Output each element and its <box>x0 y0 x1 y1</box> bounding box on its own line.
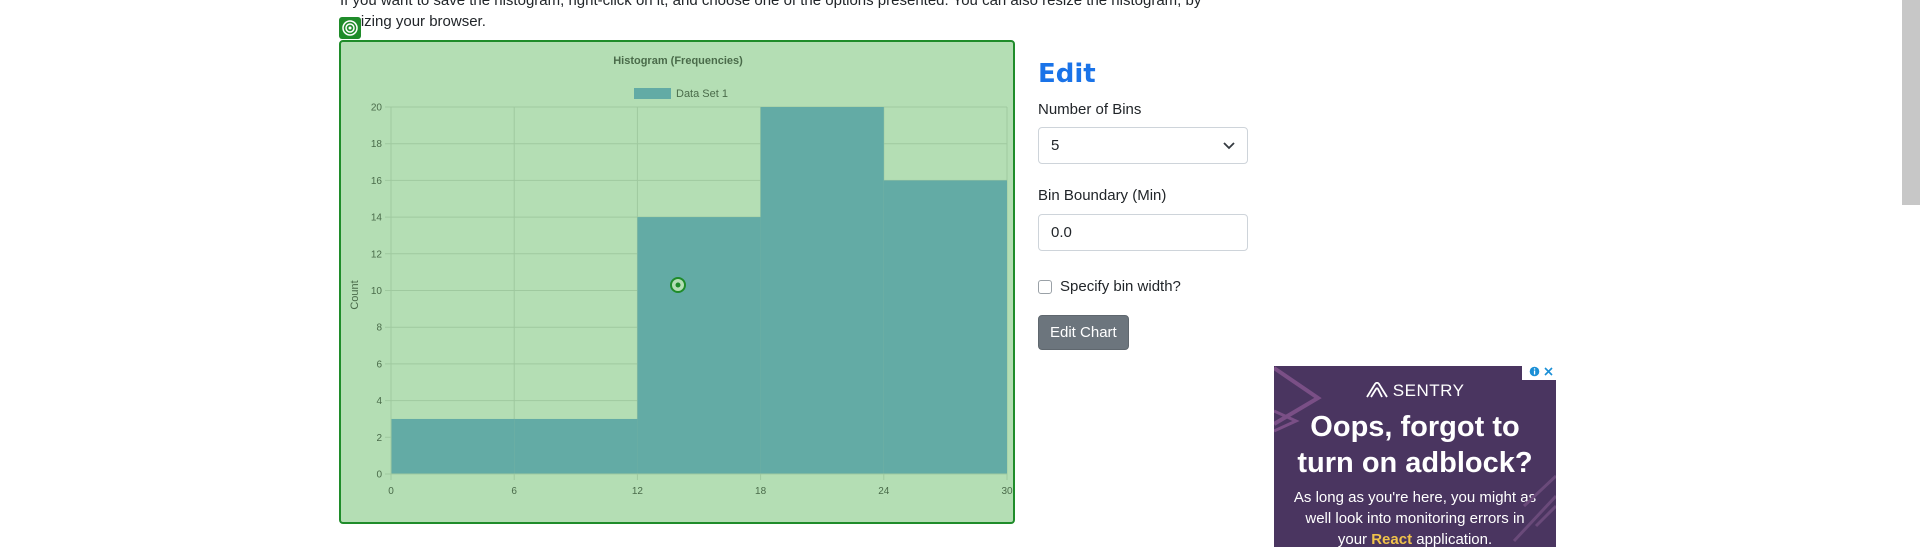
x-tick-label: 24 <box>878 486 890 497</box>
histogram-bar[interactable] <box>760 107 884 474</box>
chevron-down-icon <box>1223 137 1235 154</box>
x-tick-label: 12 <box>632 486 644 497</box>
instructions-line-2: resizing your browser. <box>340 13 486 30</box>
histogram-bar[interactable] <box>514 418 638 474</box>
hover-point-marker[interactable] <box>670 277 686 293</box>
histogram-bar[interactable] <box>391 418 515 474</box>
y-tick-label: 10 <box>371 286 383 297</box>
y-tick-label: 20 <box>371 103 383 114</box>
bin-width-option: Specify bin width? <box>1038 278 1248 295</box>
boundary-input[interactable]: 0.0 <box>1038 214 1248 251</box>
edit-panel: Edit Number of Bins 5 Bin Boundary (Min)… <box>1038 58 1248 350</box>
legend-swatch <box>634 88 671 99</box>
bin-width-label[interactable]: Specify bin width? <box>1060 278 1181 295</box>
bin-width-checkbox[interactable] <box>1038 279 1052 294</box>
boundary-label: Bin Boundary (Min) <box>1038 187 1167 204</box>
y-tick-label: 2 <box>376 433 382 444</box>
advertisement[interactable]: SENTRY Oops, forgot to turn on adblock? … <box>1274 366 1556 547</box>
x-tick-label: 30 <box>1001 486 1013 497</box>
x-tick-label: 0 <box>388 486 394 497</box>
target-icon[interactable] <box>339 17 361 39</box>
histogram-bar[interactable] <box>883 180 1007 474</box>
y-tick-label: 8 <box>376 323 382 334</box>
edit-title: Edit <box>1038 59 1096 89</box>
x-tick-label: 18 <box>755 486 767 497</box>
instructions-line-1: If you want to save the histogram, right… <box>340 0 1202 9</box>
histogram-svg: 024681012141618200 6 12 18 24 30 Histogram (F… <box>349 55 1013 497</box>
x-tick-label: 6 <box>511 486 517 497</box>
bins-value: 5 <box>1051 137 1060 154</box>
close-icon[interactable] <box>1543 366 1554 382</box>
histogram-bar[interactable] <box>637 217 761 474</box>
y-tick-label: 18 <box>371 139 383 150</box>
legend-label[interactable]: Data Set 1 <box>676 88 728 100</box>
boundary-value: 0.0 <box>1051 224 1072 241</box>
y-axis-label: Count <box>349 280 361 309</box>
y-tick-label: 0 <box>376 470 382 481</box>
instructions-text: If you want to save the histogram, right… <box>340 0 1240 32</box>
bins-label: Number of Bins <box>1038 101 1142 118</box>
y-tick-label: 16 <box>371 176 383 187</box>
info-icon[interactable] <box>1529 366 1540 382</box>
y-tick-label: 6 <box>376 359 382 370</box>
y-tick-label: 4 <box>376 396 382 407</box>
bins-select[interactable]: 5 <box>1038 127 1248 164</box>
ad-decoration <box>1274 366 1556 543</box>
chart-title: Histogram (Frequencies) <box>613 55 743 67</box>
edit-chart-button[interactable]: Edit Chart <box>1038 315 1129 350</box>
histogram-chart[interactable]: 0 2 4 6 8 10 12 14 16 18 20 0 6 12 18 24 30 Histogram (F… <box>339 40 1015 524</box>
y-tick-label: 12 <box>371 249 383 260</box>
ad-controls <box>1522 366 1556 380</box>
scrollbar-thumb[interactable] <box>1902 0 1920 205</box>
y-tick-label: 14 <box>371 213 383 224</box>
